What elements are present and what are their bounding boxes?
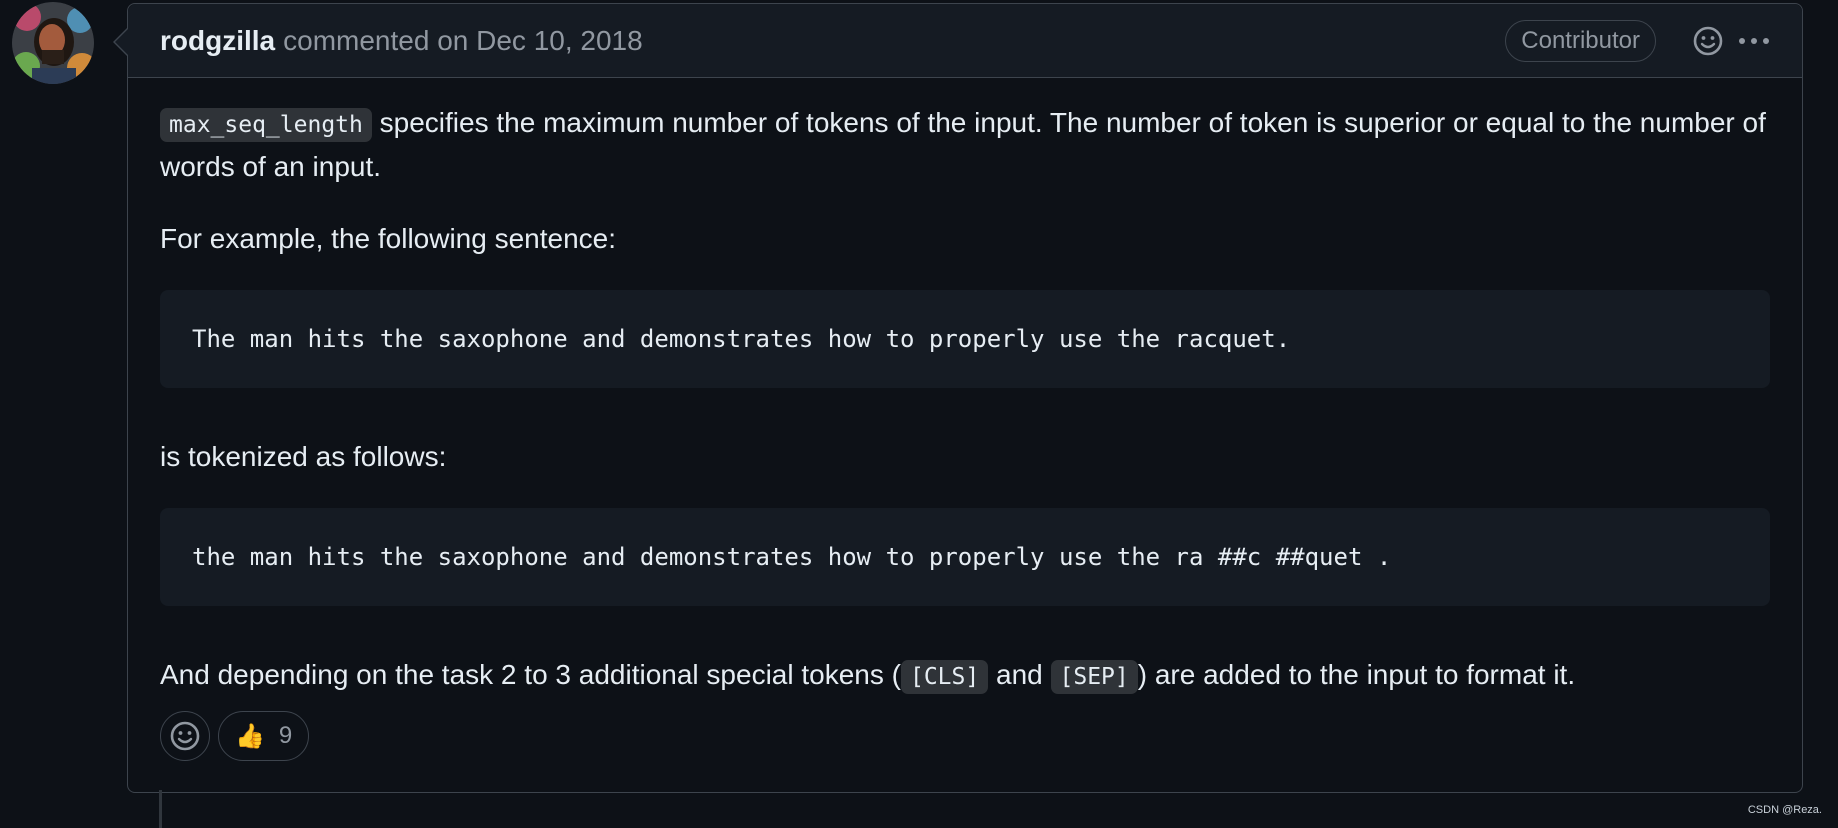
smiley-icon[interactable] bbox=[1690, 23, 1726, 59]
paragraph-intro: max_seq_length specifies the maximum num… bbox=[160, 102, 1770, 188]
comment-caret-fill bbox=[115, 29, 128, 55]
paragraph-special-tokens: And depending on the task 2 to 3 additio… bbox=[160, 654, 1770, 698]
inline-code-cls: [CLS] bbox=[900, 660, 989, 694]
watermark: CSDN @Reza. bbox=[1747, 804, 1822, 816]
avatar-image bbox=[12, 2, 94, 84]
comment-box: rodgzilla commented on Dec 10, 2018 Cont… bbox=[127, 3, 1803, 793]
paragraph-tokenized: is tokenized as follows: bbox=[160, 441, 447, 472]
special-tokens-text-after: ) are added to the input to format it. bbox=[1137, 659, 1576, 690]
add-reaction-button[interactable] bbox=[160, 711, 210, 761]
smiley-icon bbox=[170, 721, 200, 751]
thumbs-up-count: 9 bbox=[278, 722, 293, 749]
special-tokens-text-before: And depending on the task 2 to 3 additio… bbox=[160, 659, 901, 690]
inline-code-sep: [SEP] bbox=[1050, 660, 1138, 694]
comment-author[interactable]: rodgzilla bbox=[160, 25, 275, 57]
timeline-line bbox=[159, 790, 162, 828]
kebab-menu-icon[interactable] bbox=[1736, 23, 1772, 59]
special-tokens-text-mid: and bbox=[988, 659, 1051, 690]
paragraph-example: For example, the following sentence: bbox=[160, 223, 617, 254]
thumbs-up-icon: 👍 bbox=[235, 722, 265, 750]
comment-timestamp[interactable]: commented on Dec 10, 2018 bbox=[283, 25, 643, 57]
avatar[interactable] bbox=[12, 2, 94, 84]
inline-code-max-seq-length: max_seq_length bbox=[160, 108, 372, 142]
code-block-tokens: the man hits the saxophone and demonstra… bbox=[160, 508, 1770, 606]
reactions-bar: 👍 9 bbox=[160, 711, 310, 761]
thumbs-up-reaction-button[interactable]: 👍 9 bbox=[218, 711, 310, 761]
comment-header: rodgzilla commented on Dec 10, 2018 Cont… bbox=[128, 4, 1802, 78]
contributor-badge: Contributor bbox=[1505, 19, 1656, 62]
paragraph-intro-text: specifies the maximum number of tokens o… bbox=[160, 107, 1766, 182]
comment-body: max_seq_length specifies the maximum num… bbox=[128, 78, 1802, 698]
code-block-sentence: The man hits the saxophone and demonstra… bbox=[160, 290, 1770, 388]
